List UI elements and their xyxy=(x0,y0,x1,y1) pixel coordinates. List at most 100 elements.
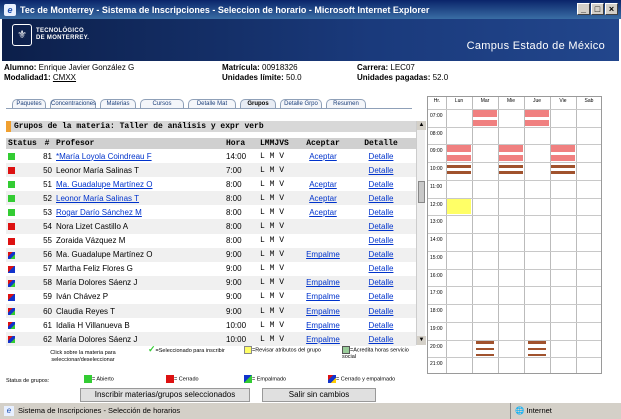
detalle-cell: Detalle xyxy=(346,247,416,262)
aceptar-link[interactable]: Aceptar xyxy=(309,194,337,203)
salir-button[interactable]: Salir sin cambios xyxy=(262,388,376,402)
table-row[interactable]: 60 Claudia Reyes T 9:00 L M V Empalme Detalle xyxy=(6,304,416,319)
aceptar-cell: Empalme xyxy=(300,304,346,319)
detalle-link[interactable]: Detalle xyxy=(369,250,394,259)
schedule-block-brown[interactable] xyxy=(447,164,471,169)
profesor-cell[interactable]: Ma. Guadalupe Martínez O xyxy=(54,177,224,191)
schedule-block-brown[interactable] xyxy=(499,171,523,175)
schedule-hour-label: 19:00 xyxy=(430,325,443,332)
schedule-block-pink[interactable] xyxy=(499,145,523,153)
schedule-block-brown[interactable] xyxy=(551,171,575,175)
profesor-name[interactable]: Leonor María Salinas T xyxy=(56,194,139,203)
detalle-link[interactable]: Detalle xyxy=(369,152,394,161)
aceptar-link[interactable]: Empalme xyxy=(306,321,340,330)
table-row[interactable]: 54 Nora Lizet Castillo A 8:00 L M V Detalle xyxy=(6,219,416,234)
table-row[interactable]: 59 Iván Chávez P 9:00 L M V Empalme Detalle xyxy=(6,290,416,304)
schedule-block-pink[interactable] xyxy=(551,155,575,162)
schedule-block-brown[interactable] xyxy=(447,171,471,175)
legend-abierto-text: = Abierto xyxy=(92,376,114,383)
detalle-link[interactable]: Detalle xyxy=(369,321,394,330)
aceptar-link[interactable]: Aceptar xyxy=(309,208,337,217)
aceptar-link[interactable]: Aceptar xyxy=(309,180,337,189)
schedule-grid: Hr. Lun Mar Mie Jue Vie Sab 07:00 08:00 09:00 10:0… xyxy=(427,96,602,374)
profesor-cell[interactable]: Rogar Darío Sánchez M xyxy=(54,205,224,219)
detalle-link[interactable]: Detalle xyxy=(369,194,394,203)
schedule-hour-label: 07:00 xyxy=(430,113,443,119)
profesor-cell[interactable]: Leonor María Salinas T xyxy=(54,191,224,206)
status-multi-icon xyxy=(8,307,15,315)
schedule-block-brown[interactable] xyxy=(476,340,494,344)
page-icon: e xyxy=(4,406,14,416)
schedule-block-brown[interactable] xyxy=(551,164,575,169)
scroll-thumb[interactable] xyxy=(418,181,425,203)
schedule-block-brown[interactable] xyxy=(528,340,546,344)
schedule-block-brown[interactable] xyxy=(528,347,546,351)
status-red-icon xyxy=(8,237,15,245)
table-row[interactable]: 81 *María Loyola Coindreau F 14:00 L M V Ace… xyxy=(6,149,416,163)
scroll-down-arrow-icon[interactable]: ▼ xyxy=(417,336,426,345)
schedule-block-pink[interactable] xyxy=(473,110,497,117)
schedule-block-pink[interactable] xyxy=(551,145,575,153)
table-row[interactable]: 50 Leonor María Salinas T 7:00 L M V Detalle xyxy=(6,163,416,178)
modalidad-link[interactable]: CMXX xyxy=(53,73,76,82)
profesor-name: Ma. Guadalupe Martínez O xyxy=(56,250,153,260)
table-row[interactable]: 56 Ma. Guadalupe Martínez O 9:00 L M V Empal… xyxy=(6,247,416,262)
table-row[interactable]: 55 Zoraida Vázquez M 8:00 L M V Detalle xyxy=(6,234,416,248)
schedule-hour-label: 20:00 xyxy=(430,343,443,350)
detalle-link[interactable]: Detalle xyxy=(369,292,394,301)
scroll-up-arrow-icon[interactable]: ▲ xyxy=(417,121,426,130)
schedule-block-brown[interactable] xyxy=(476,353,494,357)
schedule-block-yellow[interactable] xyxy=(447,198,471,215)
limite-info: Unidades límite: 50.0 xyxy=(222,73,302,82)
table-row[interactable]: 51 Ma. Guadalupe Martínez O 8:00 L M V Acept… xyxy=(6,177,416,191)
table-row[interactable]: 57 Martha Feliz Flores G 9:00 L M V Detalle xyxy=(6,262,416,276)
schedule-block-brown[interactable] xyxy=(476,347,494,351)
detalle-link[interactable]: Detalle xyxy=(369,335,394,344)
aceptar-link[interactable]: Empalme xyxy=(306,335,340,344)
schedule-block-pink[interactable] xyxy=(473,119,497,126)
legend-cerrado: = Cerrado xyxy=(166,375,199,383)
table-row[interactable]: 61 Idalia H Villanueva B 10:00 L M V Empalme… xyxy=(6,318,416,332)
schedule-block-brown[interactable] xyxy=(528,353,546,357)
group-number: 55 xyxy=(43,236,52,246)
groups-scrollbar[interactable]: ▲ ▼ xyxy=(416,121,426,345)
group-number: 62 xyxy=(40,332,54,347)
detalle-link[interactable]: Detalle xyxy=(369,278,394,287)
schedule-block-brown[interactable] xyxy=(499,164,523,169)
schedule-block-pink[interactable] xyxy=(499,155,523,162)
aceptar-link[interactable]: Empalme xyxy=(306,278,340,287)
schedule-block-pink[interactable] xyxy=(447,145,471,153)
profesor-name[interactable]: Ma. Guadalupe Martínez O xyxy=(56,180,153,189)
table-row[interactable]: 58 María Dolores Sáenz J 9:00 L M V Empalme D… xyxy=(6,275,416,290)
aceptar-link[interactable]: Aceptar xyxy=(309,152,337,161)
maximize-button[interactable]: □ xyxy=(591,3,604,15)
table-row[interactable]: 53 Rogar Darío Sánchez M 8:00 L M V Aceptar D… xyxy=(6,205,416,219)
close-button[interactable]: × xyxy=(605,3,618,15)
detalle-link[interactable]: Detalle xyxy=(369,208,394,217)
aceptar-link[interactable]: Empalme xyxy=(306,292,340,301)
hora-cell: 9:00 xyxy=(224,247,258,262)
profesor-name[interactable]: Rogar Darío Sánchez M xyxy=(56,208,142,217)
aceptar-link[interactable]: Empalme xyxy=(306,307,340,316)
schedule-day-header: Lun xyxy=(454,98,464,104)
profesor-cell: Leonor María Salinas T xyxy=(54,163,224,178)
limite-value: 50.0 xyxy=(286,73,302,82)
detalle-link[interactable]: Detalle xyxy=(369,236,394,245)
schedule-block-pink[interactable] xyxy=(447,155,471,162)
detalle-link[interactable]: Detalle xyxy=(369,264,394,273)
status-red-icon xyxy=(8,223,15,231)
profesor-cell[interactable]: *María Loyola Coindreau F xyxy=(54,149,224,163)
detalle-link[interactable]: Detalle xyxy=(369,222,394,231)
table-row[interactable]: 52 Leonor María Salinas T 8:00 L M V Aceptar… xyxy=(6,191,416,206)
inscribir-button[interactable]: Inscribir materias/grupos seleccionados xyxy=(80,388,250,402)
detalle-link[interactable]: Detalle xyxy=(369,307,394,316)
profesor-name[interactable]: *María Loyola Coindreau F xyxy=(56,152,152,161)
detalle-link[interactable]: Detalle xyxy=(369,166,394,175)
aceptar-link[interactable]: Empalme xyxy=(306,250,340,259)
schedule-block-pink[interactable] xyxy=(525,119,549,126)
table-row[interactable]: 62 María Dolores Sáenz J 10:00 L M V Empalme… xyxy=(6,332,416,347)
schedule-block-pink[interactable] xyxy=(525,110,549,117)
minimize-button[interactable]: _ xyxy=(577,3,590,15)
hora-cell: 8:00 xyxy=(224,219,258,234)
detalle-link[interactable]: Detalle xyxy=(369,180,394,189)
